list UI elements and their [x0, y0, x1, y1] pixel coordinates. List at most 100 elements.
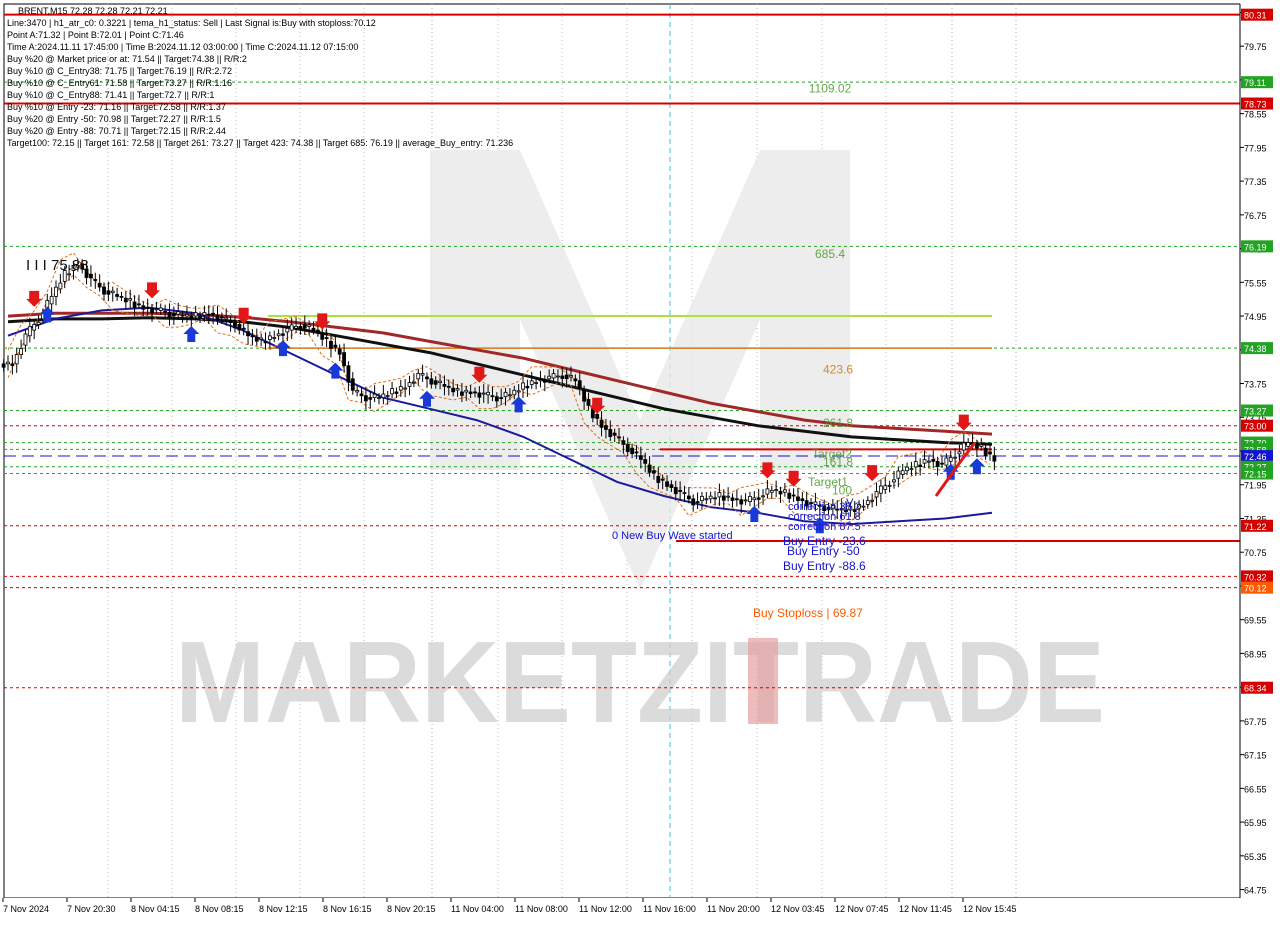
candle-body	[503, 391, 508, 398]
candle-body	[411, 381, 416, 384]
candle-body	[237, 324, 242, 331]
time-tick-label: 7 Nov 20:30	[67, 904, 116, 914]
time-tick-label: 12 Nov 07:45	[835, 904, 889, 914]
info-line: Buy %20 @ Entry -50: 70.98 || Target:72.…	[7, 114, 221, 124]
candle-body	[686, 495, 691, 500]
time-tick-label: 12 Nov 11:45	[899, 904, 952, 914]
candle-body	[346, 365, 351, 383]
price-tick-label: 75.55	[1244, 278, 1267, 288]
candle-body	[219, 316, 224, 319]
time-tick-label: 11 Nov 04:00	[451, 904, 504, 914]
candle-body	[551, 373, 556, 379]
price-tag-label: 73.27	[1244, 407, 1267, 417]
price-tag-label: 70.32	[1244, 572, 1267, 582]
time-axis	[0, 898, 1280, 920]
candle-body	[185, 313, 189, 317]
candle-body	[660, 478, 665, 481]
candle-body	[355, 390, 360, 393]
candle-body	[604, 425, 608, 430]
candle-body	[634, 451, 639, 454]
price-tag-label: 73.00	[1244, 422, 1267, 432]
candle-body	[748, 495, 752, 503]
price-tag-label: 79.11	[1244, 78, 1266, 88]
time-tick-label: 8 Nov 12:15	[259, 904, 308, 914]
candle-body	[940, 462, 944, 465]
candle-body	[333, 344, 338, 348]
candle-body	[796, 496, 800, 501]
info-line: Buy %10 @ C_Entry61: 71.58 || Target:73.…	[7, 78, 232, 88]
candle-body	[486, 391, 490, 396]
candle-body	[992, 455, 997, 462]
candle-body	[700, 495, 704, 502]
price-tick-label: 76.75	[1244, 211, 1267, 221]
candle-body	[289, 324, 294, 331]
candle-body	[595, 414, 600, 419]
candle-body	[730, 497, 735, 501]
candle-body	[233, 322, 237, 329]
target-label: 161.8	[823, 455, 853, 469]
candle-body	[682, 492, 687, 495]
candle-body	[294, 325, 298, 329]
candle-body	[560, 375, 565, 379]
buy-entry-label: Buy Entry -50	[787, 544, 860, 558]
candle-body	[89, 273, 93, 279]
info-line: Line:3470 | h1_atr_c0: 0.3221 | tema_h1_…	[7, 18, 376, 28]
candle-body	[704, 498, 709, 501]
candle-body	[315, 329, 320, 333]
candle-body	[905, 466, 909, 472]
candle-body	[106, 290, 111, 295]
candle-body	[189, 315, 194, 319]
candle-body	[250, 335, 255, 338]
candle-body	[451, 387, 456, 393]
candle-body	[638, 455, 643, 460]
candle-body	[673, 487, 678, 495]
candle-body	[385, 395, 390, 397]
price-chart[interactable]: MARKETZITRADE 1109.02 685.4 423.6 261.8 Targ…	[0, 0, 1280, 920]
candle-body	[123, 297, 128, 303]
candle-body	[481, 392, 486, 395]
candle-body	[961, 442, 966, 451]
time-tick-label: 8 Nov 04:15	[131, 904, 180, 914]
time-tick-label: 11 Nov 12:00	[579, 904, 632, 914]
candle-body	[372, 393, 377, 398]
correction-label: correction 87.5	[788, 521, 861, 533]
candle-body	[363, 395, 368, 402]
time-tick-label: 12 Nov 15:45	[963, 904, 1017, 914]
candle-body	[163, 310, 168, 313]
candle-body	[547, 375, 552, 380]
candle-body	[538, 379, 543, 382]
target-label: 685.4	[815, 247, 845, 261]
candle-body	[254, 337, 259, 342]
price-tick-label: 74.95	[1244, 312, 1267, 322]
candle-body	[861, 505, 866, 508]
candle-body	[752, 497, 757, 501]
candle-body	[137, 303, 141, 306]
candle-body	[429, 378, 434, 385]
candle-body	[935, 460, 940, 467]
candle-body	[695, 501, 700, 504]
info-line: Point A:71.32 | Point B:72.01 | Point C:…	[7, 30, 184, 40]
candle-body	[324, 337, 329, 340]
time-tick-label: 11 Nov 16:00	[643, 904, 696, 914]
time-tick-label: 8 Nov 20:15	[387, 904, 436, 914]
candle-body	[691, 498, 696, 506]
info-line: Buy %10 @ C_Entry38: 71.75 || Target:76.…	[7, 66, 232, 76]
candle-body	[6, 361, 10, 365]
symbol-header: BRENT,M15 72.28 72.28 72.21 72.21	[18, 6, 168, 16]
info-line: Time A:2024.11.11 17:45:00 | Time B:2024…	[7, 42, 358, 52]
candle-body	[58, 282, 63, 290]
candle-body	[102, 286, 106, 295]
target-label: 1109.02	[809, 81, 852, 95]
price-tick-label: 79.75	[1244, 42, 1267, 52]
candle-body	[599, 419, 604, 428]
candle-body	[774, 489, 779, 492]
candle-body	[167, 311, 172, 318]
price-tick-label: 68.95	[1244, 649, 1267, 659]
candle-body	[381, 393, 386, 398]
candle-body	[508, 394, 512, 397]
price-tick-label: 66.55	[1244, 784, 1267, 794]
candle-body	[713, 497, 717, 500]
candle-body	[769, 489, 774, 493]
candle-body	[377, 397, 381, 399]
candle-body	[892, 479, 896, 483]
